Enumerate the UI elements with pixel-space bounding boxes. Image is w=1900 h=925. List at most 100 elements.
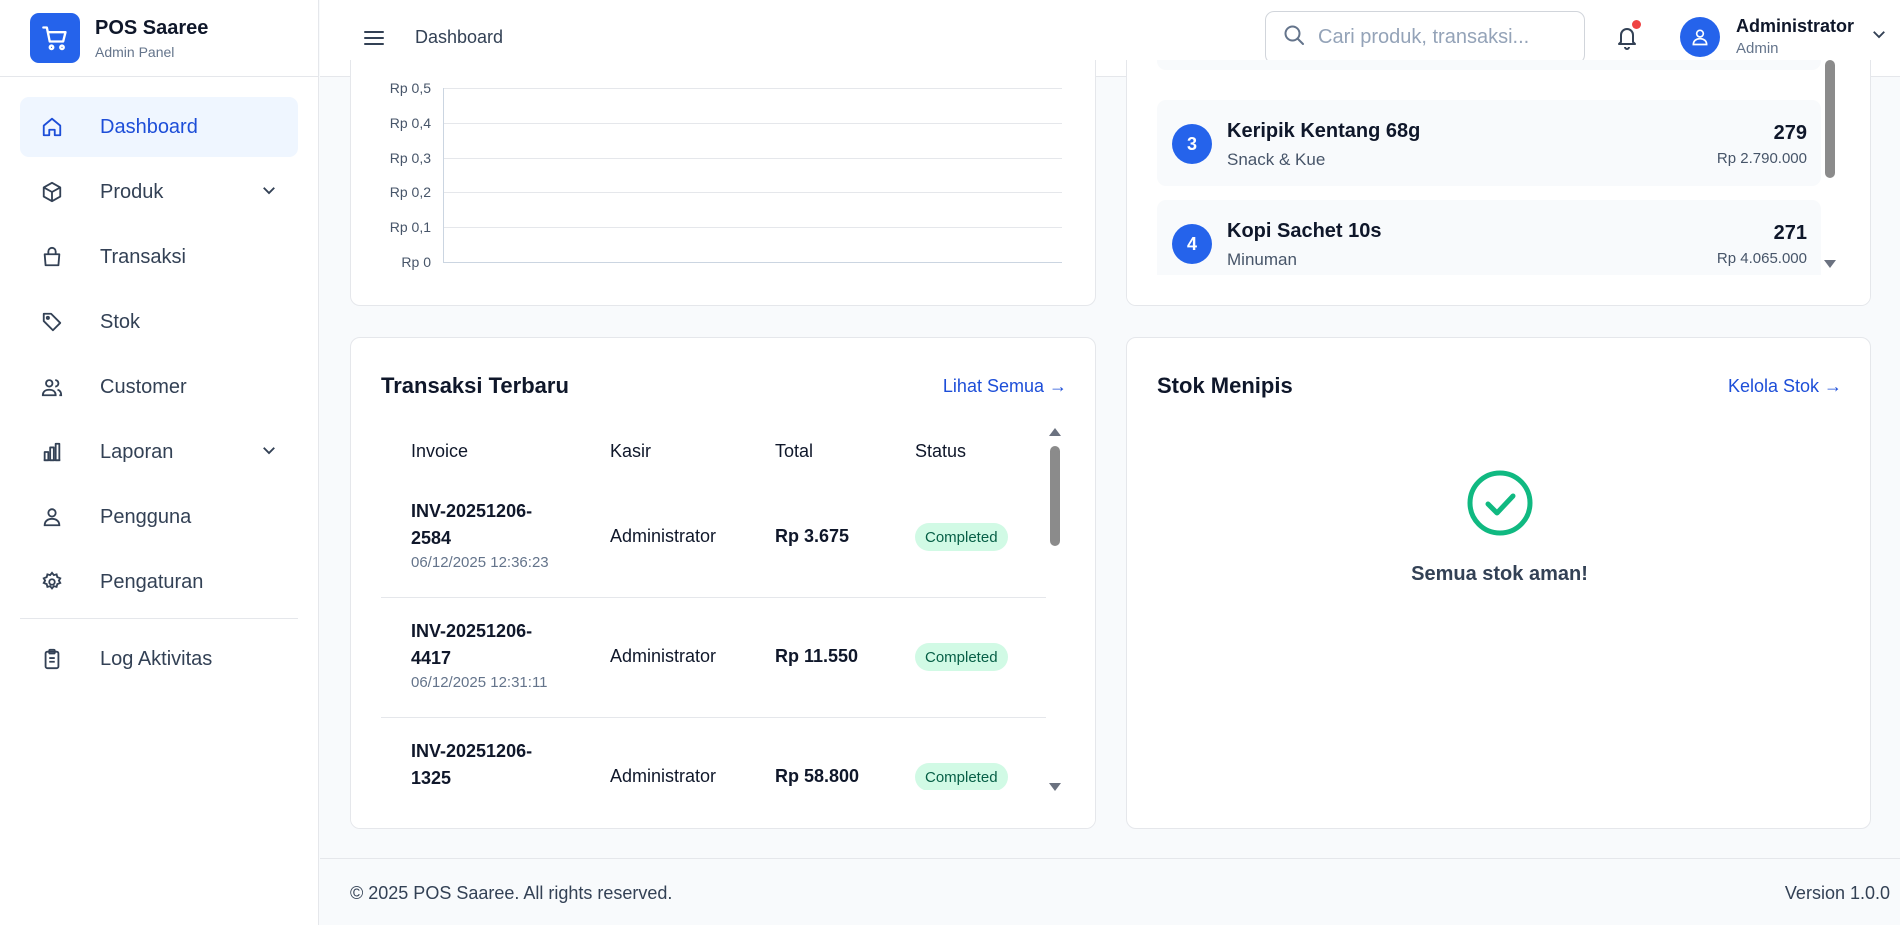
brand-subtitle: Admin Panel <box>95 43 175 60</box>
chart-gridline <box>444 122 1062 124</box>
chevron-down-icon <box>260 181 278 205</box>
sidebar-item-label: Customer <box>100 375 187 398</box>
status-badge: Completed <box>915 763 1008 791</box>
chart-gridline <box>444 192 1062 194</box>
low-stock-card: Stok Menipis Kelola Stok → Semua stok am… <box>1126 337 1871 829</box>
sidebar-item-label: Log Aktivitas <box>100 647 213 670</box>
product-revenue: Rp 4.065.000 <box>1716 250 1807 267</box>
bar-chart-icon <box>40 440 64 464</box>
card-title: Transaksi Terbaru <box>381 373 569 398</box>
table-row[interactable]: INV-20251206-4417 06/12/2025 12:31:11 Ad… <box>381 598 1046 718</box>
sidebar-item-customer[interactable]: Customer <box>20 357 298 417</box>
brand[interactable]: POS Saaree Admin Panel <box>0 0 318 77</box>
product-category: Snack & Kue <box>1227 150 1326 169</box>
cashier-name: Administrator <box>610 646 717 666</box>
search-box[interactable] <box>1265 11 1585 64</box>
chevron-down-icon <box>1870 25 1888 48</box>
home-icon <box>40 115 64 139</box>
status-badge: Completed <box>915 643 1008 671</box>
sidebar-item-stok[interactable]: Stok <box>20 292 298 352</box>
notification-dot <box>1632 20 1641 29</box>
y-tick-label: Rp 0,3 <box>389 149 431 166</box>
search-icon <box>1282 23 1306 52</box>
chart-gridline <box>444 227 1062 229</box>
top-products-card: 3 Keripik Kentang 68g Snack & Kue 279 Rp… <box>1126 60 1871 306</box>
copyright-text: © 2025 POS Saaree. All rights reserved. <box>350 883 673 903</box>
column-header-total: Total <box>775 441 814 461</box>
rank-badge: 3 <box>1172 124 1212 164</box>
transaction-total: Rp 58.800 <box>775 766 860 786</box>
chart-gridline <box>444 157 1062 159</box>
list-item-partial <box>1157 60 1821 70</box>
user-icon <box>40 505 64 529</box>
manage-stock-link[interactable]: Kelola Stok → <box>1728 376 1842 397</box>
sidebar-item-transaksi[interactable]: Transaksi <box>20 227 298 287</box>
scroll-down-arrow[interactable] <box>1824 260 1836 268</box>
chart-gridline <box>444 88 1062 89</box>
y-tick-label: Rp 0,5 <box>389 80 431 96</box>
invoice-number: INV-20251206-4417 <box>411 621 533 668</box>
status-badge: Completed <box>915 523 1008 551</box>
list-item[interactable]: 3 Keripik Kentang 68g Snack & Kue 279 Rp… <box>1157 100 1821 186</box>
sidebar-item-label: Stok <box>100 310 141 333</box>
sidebar-item-dashboard[interactable]: Dashboard <box>20 97 298 157</box>
invoice-number: INV-20251206-2584 <box>411 501 533 548</box>
sidebar-divider <box>20 618 298 619</box>
sidebar-item-pengguna[interactable]: Pengguna <box>20 487 298 547</box>
box-icon <box>40 180 64 204</box>
gear-icon <box>40 570 64 594</box>
rank-badge: 4 <box>1172 224 1212 264</box>
sales-chart-card: Rp 0,5 Rp 0,4 Rp 0,3 Rp 0,2 Rp 0,1 Rp 0 <box>350 60 1096 306</box>
product-category: Minuman <box>1227 250 1297 269</box>
chevron-down-icon <box>260 441 278 465</box>
product-name: Keripik Kentang 68g <box>1227 120 1421 142</box>
cashier-name: Administrator <box>610 766 717 786</box>
sidebar-item-label: Transaksi <box>100 245 186 268</box>
recent-transactions-card: Transaksi Terbaru Lihat Semua → Invoice … <box>350 337 1096 829</box>
x-axis-line <box>443 262 1062 263</box>
breadcrumb: Dashboard <box>415 27 504 47</box>
users-icon <box>40 375 64 399</box>
clipboard-icon <box>40 647 64 671</box>
sidebar-item-log-aktivitas[interactable]: Log Aktivitas <box>20 629 298 689</box>
brand-title: POS Saaree <box>95 16 209 39</box>
product-revenue: Rp 2.790.000 <box>1716 150 1807 167</box>
sidebar-nav: Dashboard Produk Transaksi Stok Customer… <box>0 77 318 689</box>
scroll-up-arrow[interactable] <box>1049 428 1061 436</box>
scrollbar-thumb[interactable] <box>1825 60 1835 178</box>
cashier-name: Administrator <box>610 526 717 546</box>
sidebar: POS Saaree Admin Panel Dashboard Produk … <box>0 0 319 925</box>
sidebar-item-label: Dashboard <box>100 115 198 138</box>
version-text: Version 1.0.0 <box>1784 883 1890 903</box>
sidebar-item-label: Pengaturan <box>100 570 204 593</box>
column-header-status: Status <box>915 441 967 461</box>
table-row[interactable]: INV-20251206-2584 06/12/2025 12:36:23 Ad… <box>381 478 1046 598</box>
y-axis-line <box>443 88 444 262</box>
y-tick-label: Rp 0,1 <box>389 219 431 236</box>
column-header-invoice: Invoice <box>411 441 469 461</box>
view-all-link[interactable]: Lihat Semua → <box>943 376 1067 397</box>
scrollbar-thumb[interactable] <box>1050 446 1060 546</box>
hamburger-menu-icon[interactable] <box>362 26 386 50</box>
sidebar-item-pengaturan[interactable]: Pengaturan <box>20 552 298 612</box>
notification-bell-icon[interactable] <box>1615 20 1641 50</box>
sidebar-item-produk[interactable]: Produk <box>20 162 298 222</box>
sidebar-item-laporan[interactable]: Laporan <box>20 422 298 482</box>
scroll-down-arrow[interactable] <box>1049 783 1061 791</box>
invoice-number: INV-20251206-1325 <box>411 741 533 788</box>
transaction-total: Rp 11.550 <box>775 646 859 666</box>
transaction-total: Rp 3.675 <box>775 526 850 546</box>
product-qty: 279 <box>1773 122 1807 144</box>
check-circle-icon <box>1466 469 1534 542</box>
transaction-date: 06/12/2025 12:31:11 <box>411 674 548 691</box>
user-menu[interactable]: Administrator Admin <box>1680 16 1888 57</box>
avatar <box>1680 16 1720 57</box>
transaction-date: 06/12/2025 12:36:23 <box>411 554 549 571</box>
search-input[interactable] <box>1318 26 1568 49</box>
y-tick-label: Rp 0,2 <box>389 184 431 201</box>
card-title: Stok Menipis <box>1157 373 1293 398</box>
shopping-bag-icon <box>40 245 64 269</box>
list-item[interactable]: 4 Kopi Sachet 10s Minuman 271 Rp 4.065.0… <box>1157 200 1821 286</box>
product-qty: 271 <box>1773 222 1807 244</box>
empty-state-text: Semua stok aman! <box>1411 563 1588 585</box>
